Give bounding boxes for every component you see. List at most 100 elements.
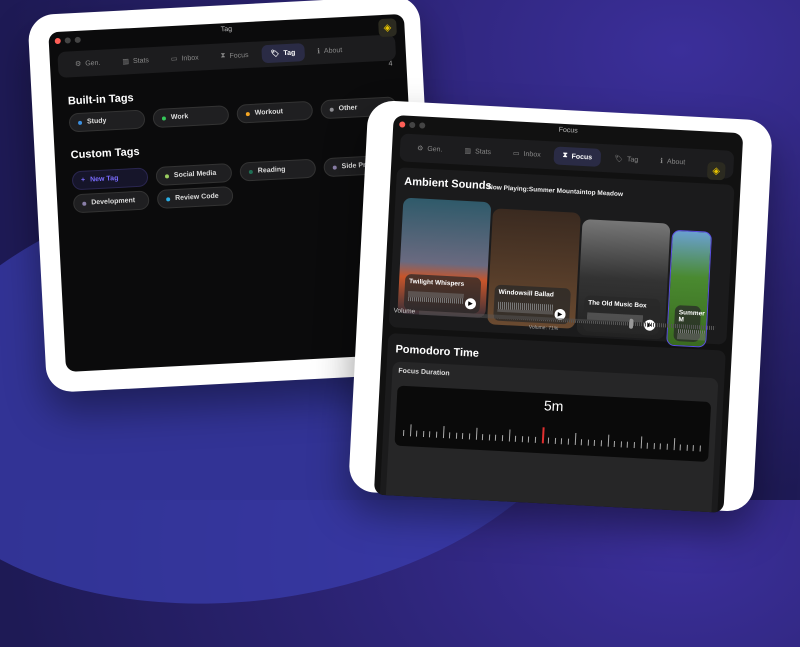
tag-color-dot: [161, 115, 167, 121]
tag-color-dot: [329, 107, 334, 112]
ruler-tick: [686, 444, 688, 451]
ruler-tick: [435, 431, 438, 438]
tab-about[interactable]: ℹ About: [651, 152, 695, 172]
tab-focus[interactable]: ⧗ Focus: [553, 146, 602, 167]
tab-icon: ℹ: [660, 158, 664, 166]
ruler-tick: [666, 443, 668, 450]
tag-chip[interactable]: Work: [152, 105, 230, 129]
ruler-tick: [488, 434, 490, 441]
tag-count: 4: [388, 60, 393, 68]
ruler-tick: [442, 426, 445, 439]
tab-icon: ⚙: [416, 145, 424, 153]
premium-badge-icon[interactable]: ◈: [378, 18, 397, 38]
volume-knob[interactable]: [629, 318, 634, 329]
ruler-tick: [594, 439, 596, 447]
volume-value: Volume: 71%: [528, 324, 559, 332]
ruler-tick: [660, 443, 662, 450]
ruler-tick: [653, 443, 655, 450]
ruler-tick: [455, 432, 458, 439]
ruler-tick: [554, 437, 556, 444]
tab-inbox[interactable]: ▭ Inbox: [504, 144, 551, 164]
ruler-tick: [508, 429, 511, 442]
ruler-tick: [541, 427, 545, 444]
tab-focus[interactable]: ⧗ Focus: [211, 46, 258, 66]
tab-bar: ⚙ Gen. ▥ Stats ▭ Inbox ⧗ Focus 🏷 Tag ℹ About: [57, 34, 397, 78]
ruler-tick: [580, 439, 583, 446]
ruler-tick: [600, 440, 603, 447]
tab-gen[interactable]: ⚙ Gen.: [66, 53, 110, 73]
tag-chip[interactable]: Workout: [236, 100, 314, 124]
ruler-tick: [534, 436, 537, 443]
ambient-sounds-heading: Ambient Sounds: [403, 175, 492, 193]
volume-label: Volume: [393, 307, 416, 316]
waveform: [497, 301, 554, 315]
duration-ruler[interactable]: 5m: [394, 385, 712, 462]
ruler-tick: [561, 438, 563, 445]
sound-card[interactable]: Summer M: [666, 229, 713, 348]
sound-name: Windowsill Ballad: [498, 288, 554, 299]
tab-icon: ▭: [170, 55, 178, 64]
tab-icon: ⧗: [562, 151, 568, 160]
ruler-tick: [449, 432, 451, 439]
sound-name: The Old Music Box: [588, 299, 647, 310]
tag-color-dot: [164, 173, 170, 179]
tag-color-dot: [82, 201, 87, 206]
now-playing: Now Playing:Summer Mountaintop Meadow: [487, 184, 624, 199]
tag-chip[interactable]: Reading: [239, 158, 317, 182]
ruler-tick: [692, 445, 695, 452]
ruler-tick: [633, 442, 635, 449]
tag-chip[interactable]: Review Code: [156, 186, 234, 209]
custom-tags-heading: Custom Tags: [70, 145, 140, 162]
tag-color-dot: [166, 196, 171, 202]
tab-tag[interactable]: 🏷 Tag: [261, 43, 305, 64]
ruler-tick: [429, 431, 431, 438]
tag-chip[interactable]: Study: [68, 109, 146, 133]
ruler-tick: [468, 433, 471, 440]
plus-icon: +: [80, 176, 86, 184]
focus-window: Focus ⚙ Gen. ▥ Stats ▭ Inbox ⧗ Focus 🏷 Tag ℹ About …: [373, 115, 744, 513]
ruler-tick: [673, 438, 675, 451]
tab-stats[interactable]: ▥ Stats: [113, 51, 158, 71]
tag-chip[interactable]: Social Media: [155, 163, 233, 186]
tab-stats[interactable]: ▥ Stats: [455, 141, 500, 161]
ruler-tick: [679, 444, 682, 451]
tag-color-dot: [332, 165, 337, 170]
tag-color-dot: [248, 169, 253, 174]
ruler-tick: [402, 429, 405, 436]
ruler-tick: [613, 440, 616, 448]
tab-icon: 🏷: [613, 155, 624, 164]
tag-color-dot: [77, 120, 83, 125]
tab-inbox[interactable]: ▭ Inbox: [161, 48, 208, 68]
tab-about[interactable]: ℹ About: [308, 41, 352, 61]
ruler-tick: [409, 424, 412, 437]
tab-tag[interactable]: 🏷 Tag: [605, 149, 648, 169]
waveform: [408, 291, 464, 304]
sound-card[interactable]: Twilight Whispers ▶: [397, 197, 492, 319]
ruler-tick: [515, 435, 517, 442]
sound-name: Summer M: [678, 309, 705, 324]
new-tag-button[interactable]: + New Tag: [71, 167, 149, 191]
pomodoro-heading: Pomodoro Time: [395, 343, 480, 360]
tab-icon: ⚙: [74, 60, 82, 69]
play-icon[interactable]: ▶: [464, 298, 477, 310]
ruler-tick: [587, 439, 589, 446]
ruler-tick: [574, 432, 576, 445]
tab-icon: ▭: [512, 150, 520, 158]
ruler-tick: [475, 427, 478, 440]
ruler-tick: [547, 437, 550, 444]
premium-badge-icon[interactable]: ◈: [706, 161, 726, 181]
tab-icon: ⧗: [220, 52, 226, 60]
sound-card[interactable]: Windowsill Ballad ▶: [486, 208, 581, 329]
ruler-tick: [620, 441, 622, 448]
ruler-tick: [521, 436, 523, 443]
tag-chip[interactable]: Development: [72, 190, 150, 214]
ambient-panel: Ambient Sounds Now Playing:Summer Mounta…: [388, 167, 735, 348]
duration-value: 5m: [543, 397, 564, 415]
builtin-tags-heading: Built-in Tags: [67, 92, 134, 108]
ruler-tick: [416, 430, 418, 437]
ruler-tick: [567, 438, 570, 445]
waveform: [677, 329, 713, 343]
focus-window-frame: Focus ⚙ Gen. ▥ Stats ▭ Inbox ⧗ Focus 🏷 Tag ℹ About …: [348, 99, 773, 513]
tab-gen[interactable]: ⚙ Gen.: [408, 139, 452, 159]
sound-name: Twilight Whispers: [408, 278, 465, 288]
